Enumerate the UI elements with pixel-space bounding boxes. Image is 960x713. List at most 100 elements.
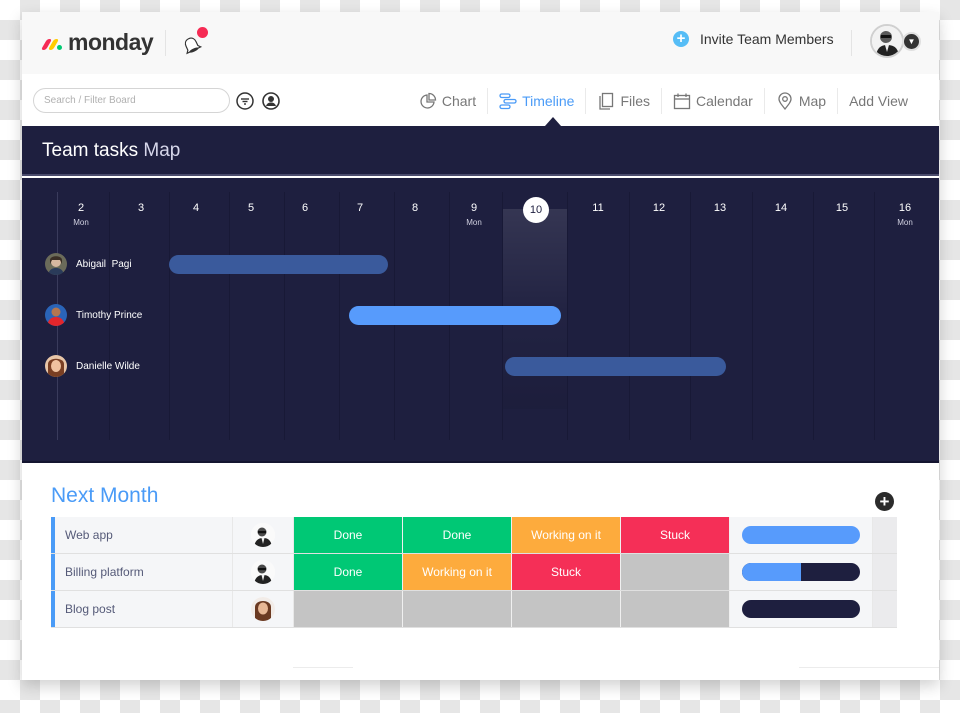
footer-divider (799, 667, 939, 668)
add-view-button[interactable]: Add View (837, 88, 919, 114)
table-row: Web app Done Done Working on it Stuck (51, 517, 897, 554)
status-cell[interactable]: Done (294, 554, 403, 590)
status-cell[interactable]: Working on it (403, 554, 512, 590)
day-number: 12 (652, 202, 666, 214)
tab-label: Calendar (696, 93, 753, 109)
tab-files[interactable]: Files (585, 88, 661, 114)
timeline-grid-line (339, 192, 340, 440)
day-number: 14 (774, 202, 788, 214)
progress-cell (730, 554, 873, 590)
header-divider (165, 30, 166, 56)
board-title: Team tasks Map (42, 140, 180, 162)
timeline-grid-line (874, 192, 875, 440)
timeline-day-header: 15 (822, 202, 862, 214)
day-number: 7 (356, 202, 364, 214)
progress-cell (730, 517, 873, 553)
board-view-name: Map (143, 140, 181, 161)
timeline-view: 2 Mon 3 4 5 6 7 8 9 Mon 10 11 12 13 14 15 16 Mon Abigail P… (22, 178, 939, 463)
status-cell[interactable]: Stuck (621, 517, 730, 553)
progress-bar (742, 563, 860, 581)
status-cell[interactable]: Done (403, 517, 512, 553)
timeline-day-header: 14 (761, 202, 801, 214)
day-number: 13 (713, 202, 727, 214)
app-window: monday + Invite Team Members ▼ Search / … (22, 12, 939, 680)
progress-fill (742, 563, 801, 581)
day-number: 9 (470, 202, 478, 214)
timeline-day-header: 2 Mon (61, 202, 101, 227)
tab-map[interactable]: Map (763, 88, 837, 114)
timeline-bar[interactable] (349, 306, 561, 325)
timeline-grid-line (169, 192, 170, 440)
day-of-week: Mon (73, 218, 89, 227)
person-circle-icon[interactable] (261, 91, 281, 111)
status-cell[interactable] (294, 591, 403, 627)
person-avatar (45, 253, 67, 275)
timeline-day-header: 6 (285, 202, 325, 214)
person-cell[interactable] (233, 517, 294, 553)
user-avatar[interactable] (870, 24, 904, 58)
timeline-bar[interactable] (168, 255, 388, 274)
day-number: 2 (77, 202, 85, 214)
tab-calendar[interactable]: Calendar (661, 88, 764, 114)
person-avatar (251, 523, 275, 547)
tab-label: Add View (849, 93, 908, 109)
timeline-grid-line (229, 192, 230, 440)
map-pin-icon (778, 92, 792, 110)
row-end-cell (873, 591, 897, 627)
tab-label: Chart (441, 93, 477, 109)
plus-circle-icon: + (673, 31, 689, 47)
group-title[interactable]: Next Month (51, 484, 158, 508)
person-cell[interactable] (233, 554, 294, 590)
filter-icon[interactable] (235, 91, 255, 111)
status-cell[interactable]: Stuck (512, 554, 621, 590)
status-cell[interactable] (403, 591, 512, 627)
monday-logo[interactable]: monday (40, 29, 154, 56)
tab-chart[interactable]: Chart (408, 88, 487, 114)
timeline-person[interactable]: Abigail Pagi (45, 253, 132, 275)
board-toolbar: Chart Timeline Files (22, 74, 939, 126)
day-number: 3 (137, 202, 145, 214)
man-sunglasses-avatar-icon (872, 26, 902, 56)
timeline-grid-line (813, 192, 814, 440)
caret-down-icon[interactable]: ▼ (902, 32, 921, 51)
group-table: Web app Done Done Working on it Stuck Billing… (51, 517, 897, 628)
timeline-grid-line (284, 192, 285, 440)
day-number: 16 (898, 202, 912, 214)
item-name-cell[interactable]: Billing platform (55, 554, 233, 590)
notifications-button[interactable] (181, 27, 209, 57)
status-cell[interactable] (512, 591, 621, 627)
day-number: 4 (192, 202, 200, 214)
timeline-day-header: 9 Mon (454, 202, 494, 227)
search-input[interactable] (33, 88, 230, 113)
status-cell[interactable]: Working on it (512, 517, 621, 553)
board-name[interactable]: Team tasks (42, 140, 138, 161)
day-of-week: Mon (466, 218, 482, 227)
person-cell[interactable] (233, 591, 294, 627)
person-name: Danielle Wilde (76, 360, 140, 372)
status-cell[interactable] (621, 554, 730, 590)
add-column-button[interactable]: + (875, 492, 894, 511)
tab-label: Map (798, 93, 827, 109)
timeline-grid-line (567, 192, 568, 440)
day-number: 6 (301, 202, 309, 214)
timeline-day-header: 4 (176, 202, 216, 214)
status-cell[interactable]: Done (294, 517, 403, 553)
timeline-bar[interactable] (505, 357, 727, 376)
view-tabs: Chart Timeline Files Calendar Map Add Vi… (408, 88, 919, 114)
item-name-cell[interactable]: Blog post (55, 591, 233, 627)
timeline-day-header: 13 (700, 202, 740, 214)
tab-timeline[interactable]: Timeline (487, 88, 585, 114)
timeline-grid-line (690, 192, 691, 440)
timeline-day-header: 5 (231, 202, 271, 214)
logo-mark-icon (40, 36, 66, 50)
active-view-pointer (545, 117, 561, 126)
progress-fill (742, 526, 860, 544)
person-avatar (45, 304, 67, 326)
invite-team-members-button[interactable]: + Invite Team Members (673, 31, 834, 47)
status-cell[interactable] (621, 591, 730, 627)
timeline-person[interactable]: Danielle Wilde (45, 355, 140, 377)
timeline-person[interactable]: Timothy Prince (45, 304, 142, 326)
item-name-cell[interactable]: Web app (55, 517, 233, 553)
day-number: 5 (247, 202, 255, 214)
person-avatar (251, 560, 275, 584)
